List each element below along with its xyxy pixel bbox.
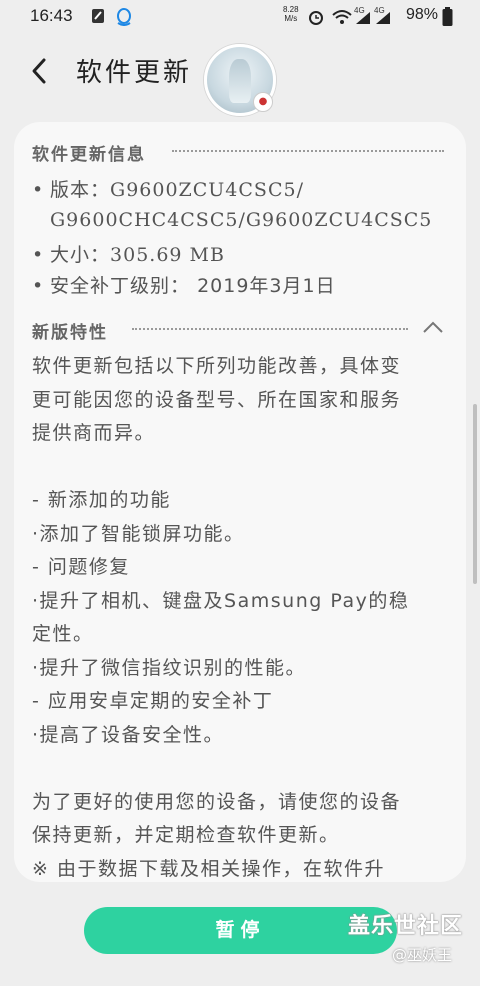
version-label: 版本： (50, 179, 111, 201)
patch-value: 2019年3月1日 (197, 275, 336, 297)
back-arrow-icon[interactable] (26, 56, 56, 86)
size-row: • 大小：305.69 MB (32, 240, 225, 267)
chevron-up-icon[interactable] (422, 320, 444, 334)
signal-1-icon (356, 12, 370, 24)
version-value-1: G9600ZCU4CSC5/ (110, 179, 304, 201)
battery-percent: 98% (405, 6, 438, 23)
net-speed: 8.28 M/s (283, 5, 299, 23)
feature-line: - 新添加的功能 (32, 489, 171, 511)
section-divider (132, 328, 408, 330)
feature-line: ·添加了智能锁屏功能。 (32, 522, 245, 545)
status-time: 16:43 (30, 6, 73, 25)
app-notification-icon (92, 9, 104, 23)
feature-line: - 问题修复 (32, 556, 130, 578)
scrollbar[interactable] (473, 404, 477, 584)
net-speed-value: 8.28 (283, 5, 299, 14)
battery-icon (442, 7, 453, 26)
feature-line: ※ 由于数据下载及相关操作，在软件升 (32, 857, 385, 880)
features-text: 软件更新包括以下所列功能改善，具体变 更可能因您的设备型号、所在国家和服务 提供… (32, 350, 452, 882)
net-speed-unit: M/s (284, 14, 298, 23)
feature-line: 提供商而异。 (32, 422, 156, 444)
size-value: 305.69 MB (110, 244, 225, 266)
signal-2-icon (376, 12, 390, 24)
feature-line: 更可能因您的设备型号、所在国家和服务 (32, 388, 402, 411)
feature-line: ·提升了相机、键盘及Samsung Pay的稳 (32, 589, 410, 612)
feature-line (32, 752, 452, 786)
info-section-heading: 软件更新信息 (32, 145, 146, 165)
watermark-user: @巫妖王 (392, 946, 453, 964)
status-bar: 16:43 8.28 M/s 4G 4G 98% (0, 0, 480, 34)
version-value-2: G9600CHC4CSC5/G9600ZCU4CSC5 (50, 209, 433, 231)
feature-line: ·提高了设备安全性。 (32, 723, 225, 746)
wifi-icon (332, 10, 352, 24)
bullet: • (32, 275, 45, 297)
patch-label: 安全补丁级别： (50, 275, 191, 297)
feature-line: - 应用安卓定期的安全补丁 (32, 690, 274, 712)
alarm-icon (309, 11, 323, 25)
bullet: • (32, 244, 45, 266)
feature-line: 为了更好的使用您的设备，请使您的设备 (32, 790, 402, 813)
bullet: • (32, 179, 45, 201)
section-divider (172, 150, 444, 152)
update-info-card[interactable]: 软件更新信息 • 版本：G9600ZCU4CSC5/ G9600CHC4CSC5/… (14, 122, 466, 882)
avatar-badge-icon: ● (253, 92, 273, 112)
feature-line: 软件更新包括以下所列功能改善，具体变 (32, 355, 402, 377)
watermark-site: 盖乐世社区 (348, 914, 464, 939)
qq-icon (117, 8, 131, 26)
version-row: • 版本：G9600ZCU4CSC5/ (32, 175, 304, 202)
feature-line (32, 451, 452, 485)
feature-line: 保持更新，并定期检查软件更新。 (32, 824, 340, 846)
feature-line: 定性。 (32, 623, 94, 645)
features-section-heading: 新版特性 (32, 323, 108, 343)
patch-row: • 安全补丁级别： 2019年3月1日 (32, 271, 336, 298)
feature-line: ·提升了微信指纹识别的性能。 (32, 656, 307, 679)
size-label: 大小： (50, 244, 111, 266)
page-title: 软件更新 (76, 58, 193, 88)
